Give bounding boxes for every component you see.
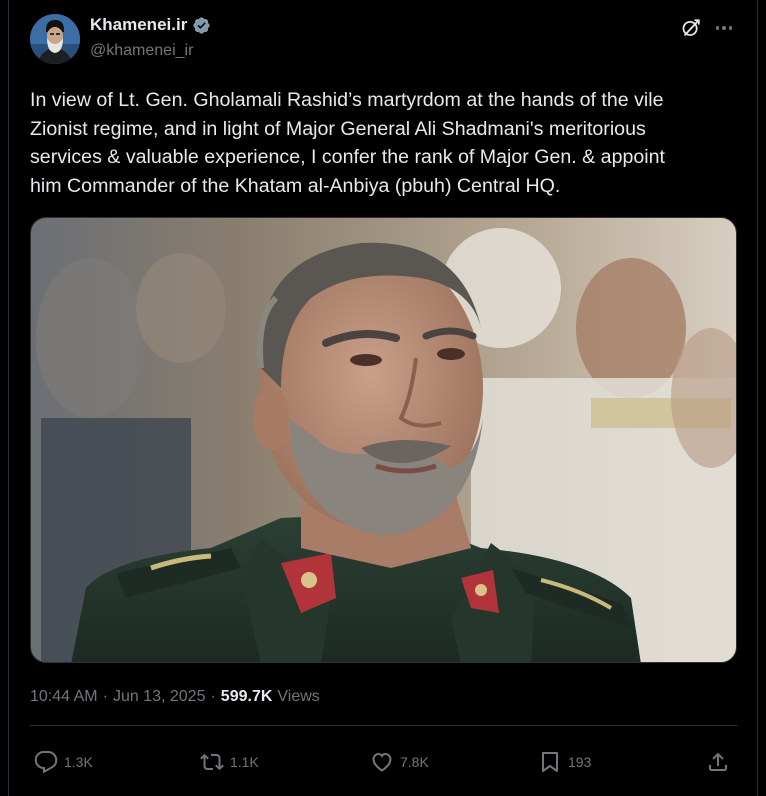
- views-label: Views: [277, 688, 320, 705]
- divider: [30, 725, 737, 726]
- reply-button[interactable]: 1.3K: [34, 748, 93, 776]
- like-count: 7.8K: [400, 754, 429, 770]
- tweet-photo[interactable]: [30, 217, 737, 663]
- tweet-text: In view of Lt. Gen. Gholamali Rashid’s m…: [30, 89, 665, 197]
- repost-icon: [200, 753, 224, 771]
- more-icon[interactable]: [712, 17, 736, 39]
- bookmark-icon: [542, 752, 558, 772]
- repost-count: 1.1K: [230, 754, 259, 770]
- share-button[interactable]: [706, 748, 730, 776]
- reply-count: 1.3K: [64, 754, 93, 770]
- photo-image: [31, 218, 736, 662]
- like-button[interactable]: 7.8K: [370, 748, 429, 776]
- author-name-row[interactable]: Khamenei.ir: [90, 15, 211, 35]
- bookmark-count: 193: [568, 754, 592, 770]
- avatar-image: [30, 14, 80, 64]
- share-icon: [709, 752, 727, 771]
- tweet-time[interactable]: 10:44 AM: [30, 688, 98, 706]
- author-avatar[interactable]: [30, 14, 80, 64]
- grok-icon[interactable]: [680, 17, 702, 39]
- author-handle[interactable]: @khamenei_ir: [90, 42, 193, 60]
- heart-icon: [372, 752, 392, 772]
- action-bar: 1.3K 1.1K 7.8K 193: [30, 748, 737, 776]
- views-count: 599.7K: [220, 688, 273, 705]
- author-display-name[interactable]: Khamenei.ir: [90, 15, 187, 35]
- bookmark-button[interactable]: 193: [538, 748, 591, 776]
- tweet-meta: 10:44 AM · Jun 13, 2025 · 599.7K Views: [30, 688, 320, 706]
- tweet-date[interactable]: Jun 13, 2025: [113, 688, 206, 706]
- repost-button[interactable]: 1.1K: [200, 748, 259, 776]
- verified-badge-icon: [193, 16, 210, 34]
- meta-separator-2: ·: [210, 688, 216, 705]
- reply-icon: [34, 751, 58, 774]
- meta-separator: ·: [102, 688, 108, 705]
